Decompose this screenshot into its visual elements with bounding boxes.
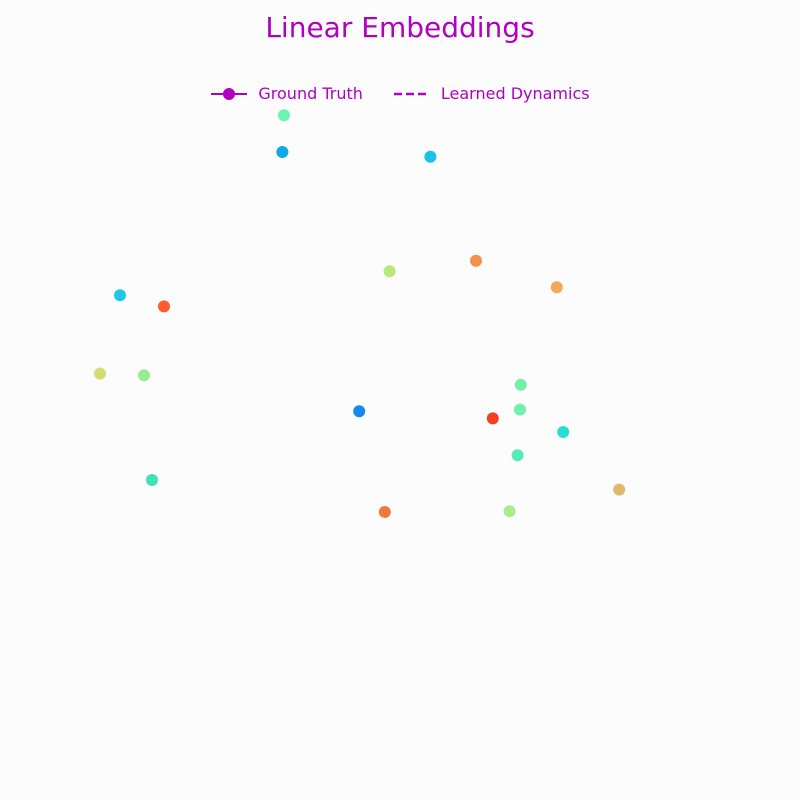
data-point-3	[424, 150, 437, 163]
data-point-17	[146, 474, 158, 486]
data-point-16	[511, 449, 524, 462]
ground-truth-swatch-icon	[211, 88, 248, 100]
chart-container: Linear Embeddings Ground Truth Learned D…	[0, 0, 800, 800]
chart-title: Linear Embeddings	[265, 11, 535, 44]
legend: Ground Truth Learned Dynamics	[0, 82, 800, 106]
data-point-9	[94, 367, 106, 380]
points-layer	[94, 109, 626, 518]
data-point-5	[470, 254, 482, 267]
data-point-4	[383, 265, 396, 278]
data-point-8	[158, 300, 170, 313]
data-point-15	[557, 426, 570, 438]
data-point-20	[503, 505, 516, 518]
data-point-19	[378, 506, 391, 518]
data-point-13	[514, 403, 526, 416]
data-point-14	[486, 412, 499, 425]
data-point-18	[613, 483, 626, 496]
data-point-12	[353, 405, 366, 418]
data-point-10	[138, 369, 150, 382]
learned-dynamics-swatch-icon	[393, 92, 430, 96]
data-point-1	[278, 109, 290, 122]
legend-label-learned-dynamics: Learned Dynamics	[440, 84, 590, 103]
data-point-7	[114, 289, 126, 302]
legend-label-ground-truth: Ground Truth	[258, 84, 363, 103]
legend-entry-ground-truth: Ground Truth	[210, 82, 363, 106]
data-point-6	[550, 281, 563, 294]
scatter-plot	[94, 109, 626, 518]
data-point-2	[276, 146, 289, 158]
legend-entry-learned-dynamics: Learned Dynamics	[393, 82, 590, 106]
data-point-11	[514, 378, 527, 391]
